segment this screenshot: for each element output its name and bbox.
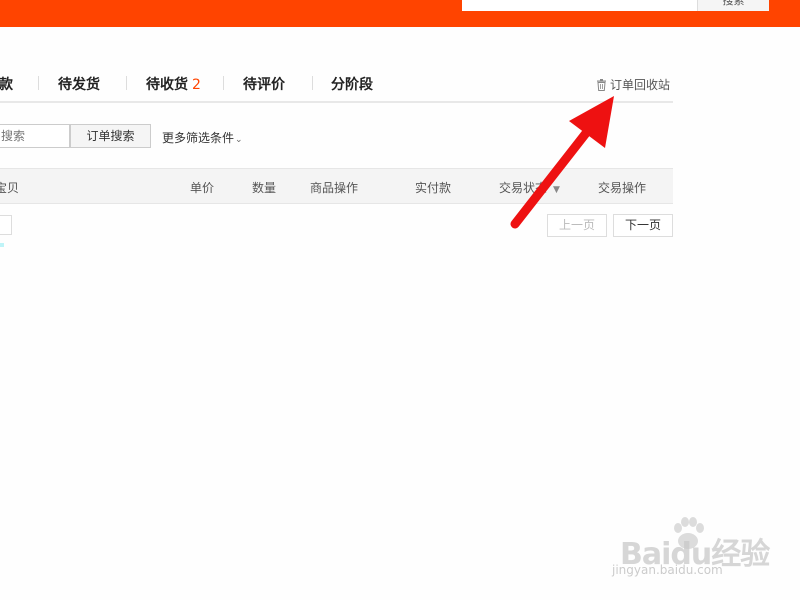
tab-divider <box>312 76 313 90</box>
trade-status-label: 交易状态 <box>499 181 548 195</box>
tab-to-ship[interactable]: 待发货 <box>58 74 100 94</box>
tab-count-badge: 2 <box>192 77 201 93</box>
tab-divider <box>38 76 39 90</box>
more-filters-label: 更多筛选条件 <box>162 131 235 145</box>
column-header-paid: 实付款 <box>415 181 452 195</box>
column-header-unit-price: 单价 <box>190 181 215 195</box>
column-header-trade-actions: 交易操作 <box>598 181 647 195</box>
chevron-down-icon: ⌄ <box>235 135 243 145</box>
next-page-button[interactable]: 下一页 <box>613 214 673 237</box>
tab-pending-payment[interactable]: 款 <box>0 74 13 94</box>
order-search-input[interactable] <box>0 124 70 148</box>
column-header-item-actions: 商品操作 <box>310 181 359 195</box>
tab-to-receive[interactable]: 待收货 2 <box>146 74 201 94</box>
top-bar: 搜索 <box>0 0 800 27</box>
tab-to-review[interactable]: 待评价 <box>243 74 285 94</box>
prev-page-button[interactable]: 上一页 <box>547 214 607 237</box>
tab-label: 待收货 <box>146 77 188 93</box>
top-search-input[interactable] <box>462 0 697 11</box>
column-header-trade-status[interactable]: 交易状态 ▼ <box>499 179 560 196</box>
order-search-button[interactable]: 订单搜索 <box>70 124 151 148</box>
recycle-bin-label: 订单回收站 <box>610 78 671 92</box>
baidu-jingyan-watermark: Baidu经验 jingyan.baidu.com <box>606 515 781 585</box>
caret-down-icon: ▼ <box>553 185 560 195</box>
column-header-quantity: 数量 <box>252 181 277 195</box>
column-header-item: 宝贝 <box>0 181 20 195</box>
page: 搜索 款 待发货 待收货2 待评价 分阶段 订单回收站 订单搜索 更多筛选条件⌄… <box>0 0 800 600</box>
orders-table-header: 宝贝 单价 数量 商品操作 实付款 交易状态 ▼ 交易操作 <box>0 168 673 204</box>
paw-icon <box>674 517 704 549</box>
select-all-checkbox[interactable] <box>0 215 12 235</box>
trash-icon <box>596 79 607 94</box>
tab-divider <box>223 76 224 90</box>
annotation-arrow-icon <box>510 96 614 229</box>
tabs-underline <box>0 101 673 103</box>
watermark-url: jingyan.baidu.com <box>612 563 723 577</box>
highlight-mark <box>0 243 4 247</box>
top-search-button[interactable]: 搜索 <box>697 0 769 11</box>
more-filters-toggle[interactable]: 更多筛选条件⌄ <box>162 129 243 146</box>
watermark-logo-text: Baidu经验 <box>620 537 770 572</box>
order-recycle-bin-link[interactable]: 订单回收站 <box>596 76 670 94</box>
tab-divider <box>126 76 127 90</box>
tab-installment[interactable]: 分阶段 <box>331 74 373 94</box>
